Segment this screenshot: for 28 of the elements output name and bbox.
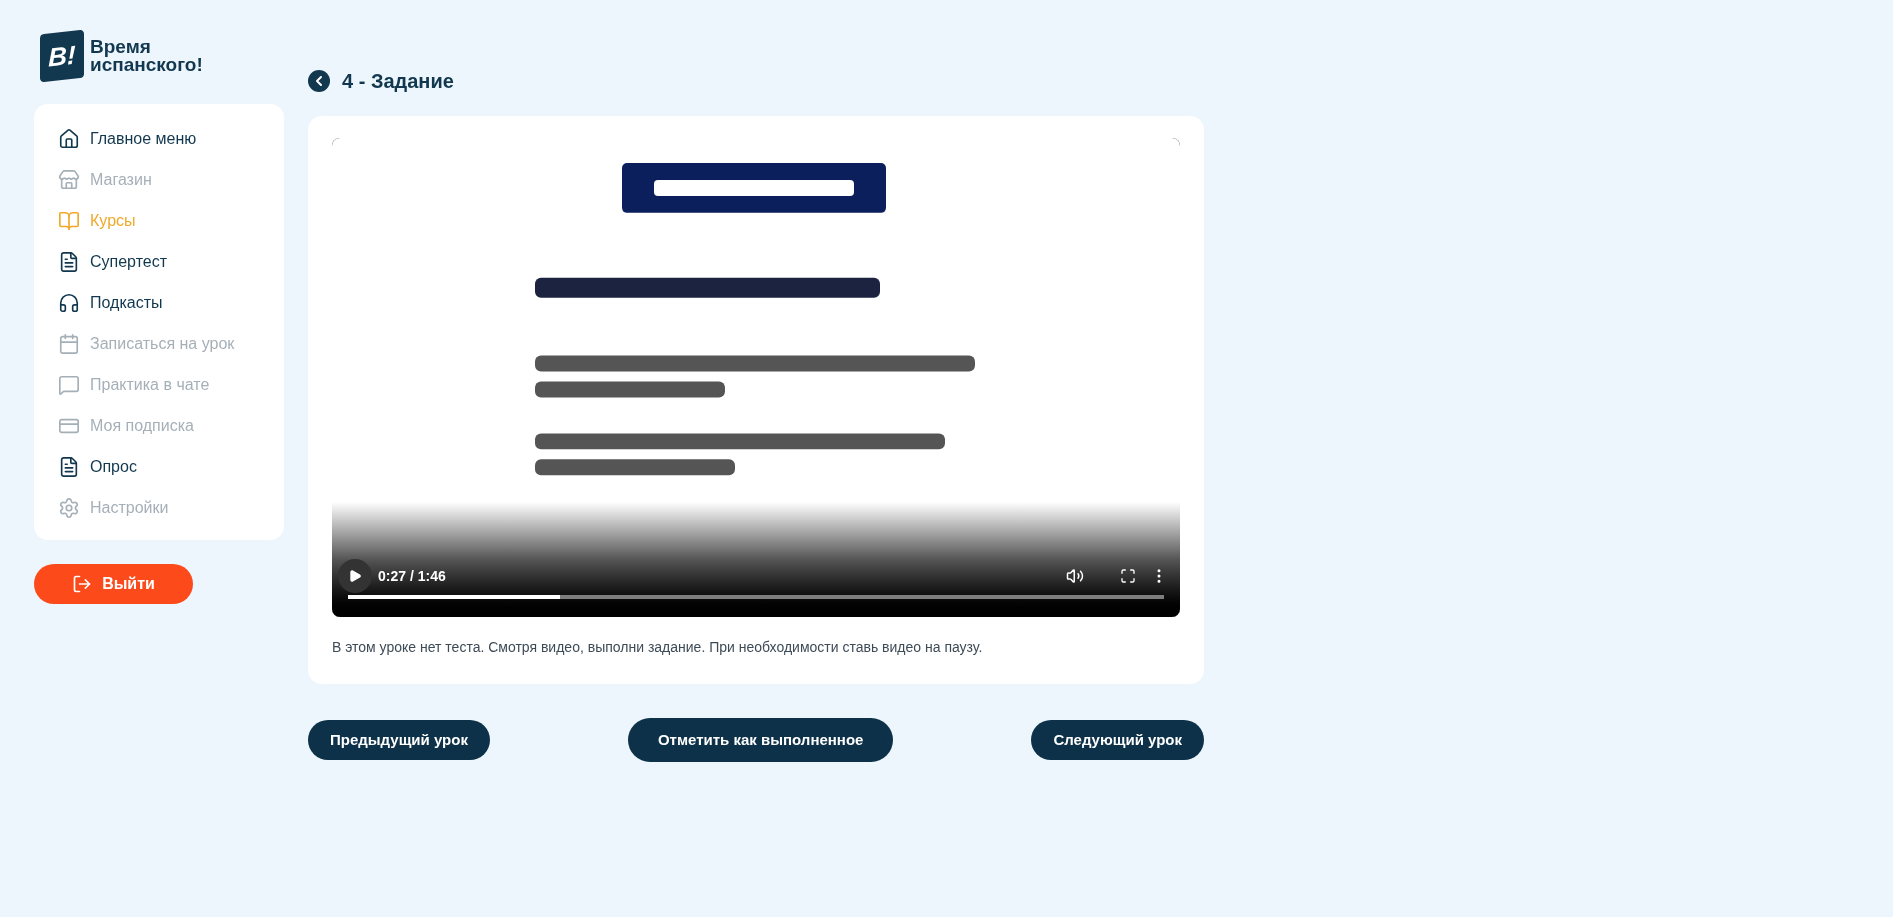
- sidebar-item[interactable]: Супертест: [58, 241, 260, 282]
- progress-track[interactable]: [348, 595, 1164, 599]
- video-time: 0:27 / 1:46: [378, 566, 446, 586]
- sidebar-item[interactable]: Подкасты: [58, 282, 260, 323]
- fullscreen-icon[interactable]: [1120, 568, 1136, 584]
- lesson-button[interactable]: Предыдущий урок: [308, 720, 490, 760]
- sidebar-item[interactable]: Главное меню: [58, 118, 260, 159]
- book-icon: [58, 209, 80, 232]
- chat-icon: [58, 373, 80, 396]
- lesson-button[interactable]: Отметить как выполненное: [627, 718, 894, 762]
- lesson-note: В этом уроке нет теста. Смотря видео, выполни задание. При необходимости ставь видео на паузу.: [332, 638, 984, 657]
- lesson-button[interactable]: Следующий урок: [1031, 720, 1204, 760]
- play-icon: [348, 569, 362, 583]
- logout-icon: [72, 574, 93, 594]
- back-button[interactable]: [308, 70, 330, 92]
- home-icon: [58, 127, 80, 150]
- store-icon: [58, 168, 80, 191]
- sidebar-item[interactable]: Опрос: [58, 446, 260, 487]
- calendar-icon: [58, 332, 80, 355]
- settings-icon: [58, 496, 80, 519]
- logo-text: испанского!: [90, 56, 203, 74]
- document-icon: [58, 250, 80, 273]
- logo-mark: B!: [40, 29, 84, 83]
- document-icon: [58, 455, 80, 478]
- logo-text: Время: [90, 38, 151, 56]
- volume-icon[interactable]: [1066, 567, 1084, 585]
- page-title: 4 - Задание: [342, 69, 454, 94]
- headphones-icon: [58, 291, 80, 314]
